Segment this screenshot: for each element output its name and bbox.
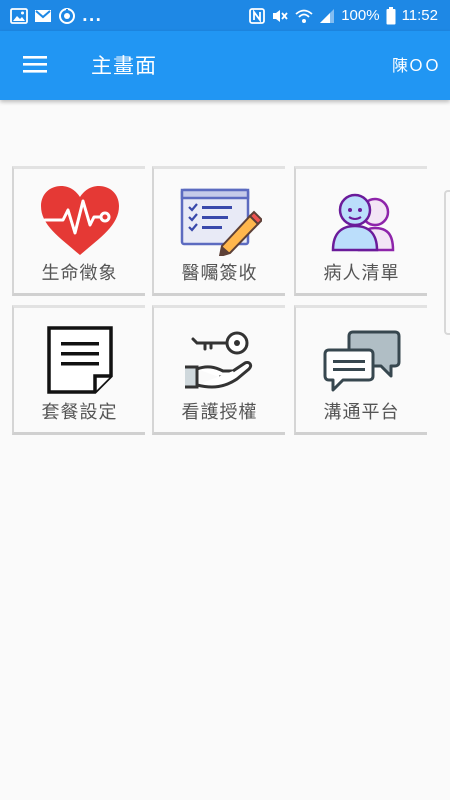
signal-icon xyxy=(319,8,335,24)
menu-tile-label: 溝通平台 xyxy=(323,402,400,423)
sync-icon xyxy=(58,7,76,25)
page-title: 主畫面 xyxy=(91,54,157,78)
chat-bubbles-icon xyxy=(319,322,405,398)
document-icon xyxy=(37,322,123,398)
gallery-icon xyxy=(10,7,28,24)
menu-tile-label: 套餐設定 xyxy=(41,402,118,423)
checklist-pencil-icon xyxy=(177,183,263,259)
nfc-icon xyxy=(249,7,266,24)
battery-icon xyxy=(386,6,396,25)
status-bar-left: ... xyxy=(10,7,102,25)
status-bar: ... 100% 11:52 xyxy=(0,0,450,31)
patients-icon xyxy=(319,183,405,259)
status-bar-right: 100% 11:52 xyxy=(249,6,438,25)
side-edge-handle[interactable] xyxy=(444,190,450,335)
menu-tile-communication[interactable]: 溝通平台 xyxy=(294,305,427,435)
mute-icon xyxy=(271,8,289,24)
key-hand-icon xyxy=(177,322,263,398)
user-name[interactable]: 陳ＯＯ xyxy=(392,55,440,77)
menu-tile-order-signoff[interactable]: 醫囑簽收 xyxy=(152,166,285,296)
menu-tile-vital-signs[interactable]: 生命徵象 xyxy=(12,166,145,296)
app-bar: 主畫面 陳ＯＯ xyxy=(0,31,450,100)
menu-tile-patient-list[interactable]: 病人清單 xyxy=(294,166,427,296)
hamburger-icon xyxy=(22,54,48,78)
mail-icon xyxy=(34,8,52,24)
menu-tile-label: 病人清單 xyxy=(323,263,400,284)
menu-tile-label: 生命徵象 xyxy=(41,263,118,284)
notification-more: ... xyxy=(82,6,103,25)
menu-tile-label: 看護授權 xyxy=(181,402,258,423)
wifi-icon xyxy=(295,8,313,24)
menu-button[interactable] xyxy=(14,45,56,87)
battery-level: 100% xyxy=(341,7,380,24)
heart-pulse-icon xyxy=(37,183,123,259)
menu-tile-package-settings[interactable]: 套餐設定 xyxy=(12,305,145,435)
clock: 11:52 xyxy=(401,7,438,24)
menu-tile-label: 醫囑簽收 xyxy=(181,263,258,284)
menu-tile-caregiver-authorization[interactable]: 看護授權 xyxy=(152,305,285,435)
